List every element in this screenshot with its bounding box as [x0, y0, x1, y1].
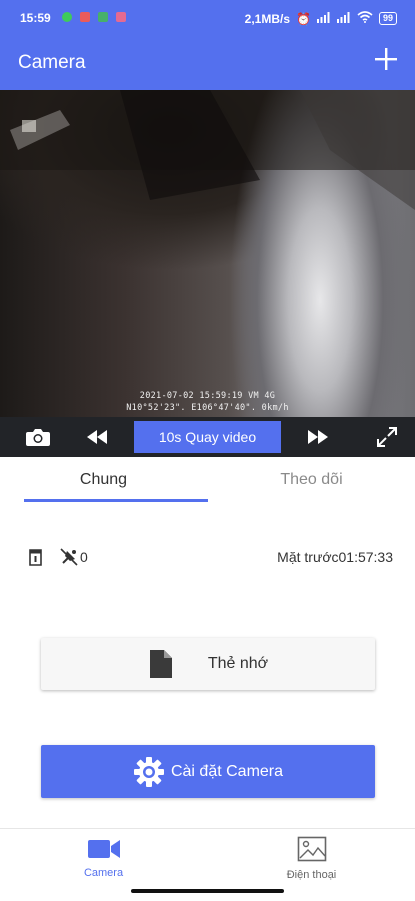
file-icon [148, 648, 174, 680]
plus-icon[interactable] [375, 46, 397, 76]
tab-bar: Chung Theo dõi [0, 457, 415, 503]
app-icon [116, 12, 126, 22]
rewind-icon[interactable] [82, 417, 112, 457]
nav-item-camera[interactable]: Camera [0, 829, 207, 889]
video-controls: 10s Quay video [0, 417, 415, 457]
alarm-icon: ⏰ [296, 11, 311, 26]
camera-video-feed[interactable]: 2021-07-02 15:59:19 VM 4G N10°52'23". E1… [0, 90, 415, 457]
camera-time: Mặt trước01:57:33 [277, 549, 393, 565]
wifi-icon [357, 11, 373, 26]
memory-card-button[interactable]: Thẻ nhớ [41, 638, 375, 690]
chart-app-icon [98, 12, 108, 22]
sd-card-icon [29, 549, 42, 569]
tab-indicator [24, 499, 208, 502]
record-video-button[interactable]: 10s Quay video [134, 421, 281, 453]
satellite-icon [60, 548, 78, 569]
home-indicator [131, 889, 284, 893]
signal-icon [316, 11, 331, 26]
status-bar: 15:59 2,1MB/s ⏰ 99 [0, 0, 415, 36]
nav-label-dien-thoai: Điện thoại [286, 869, 337, 881]
video-osd-gps: N10°52'23". E106°47'40". 0km/h [126, 403, 289, 413]
tab-theo-doi[interactable]: Theo dõi [208, 457, 415, 503]
battery-icon: 99 [378, 12, 397, 25]
notification-icons [62, 12, 126, 22]
fullscreen-icon[interactable] [372, 417, 402, 457]
camera-settings-button[interactable]: Cài đặt Camera [41, 745, 375, 798]
video-frame [0, 90, 415, 210]
notification-icon [62, 12, 72, 22]
fast-forward-icon[interactable] [303, 417, 333, 457]
video-camera-icon [87, 838, 121, 860]
satellite-count: 0 [80, 549, 88, 565]
tab-chung[interactable]: Chung [0, 457, 207, 503]
camera-info-row: 0 Mặt trước01:57:33 [0, 545, 415, 571]
nav-item-dien-thoai[interactable]: Điện thoại [208, 829, 415, 889]
signal-icon [336, 11, 351, 26]
gear-icon [133, 756, 165, 788]
status-right: 2,1MB/s ⏰ 99 [245, 11, 397, 26]
status-time: 15:59 [20, 11, 51, 25]
page-title: Camera [18, 52, 86, 73]
network-speed: 2,1MB/s [244, 11, 291, 26]
image-icon [297, 836, 327, 862]
memory-card-label: Thẻ nhớ [207, 655, 269, 672]
nav-label-camera: Camera [83, 867, 124, 879]
mail-icon [80, 12, 90, 22]
top-app-bar: 15:59 2,1MB/s ⏰ 99 Camera [0, 0, 415, 90]
video-osd-datetime: 2021-07-02 15:59:19 VM 4G [139, 391, 276, 401]
camera-icon[interactable] [20, 417, 56, 457]
camera-settings-label: Cài đặt Camera [170, 762, 284, 780]
